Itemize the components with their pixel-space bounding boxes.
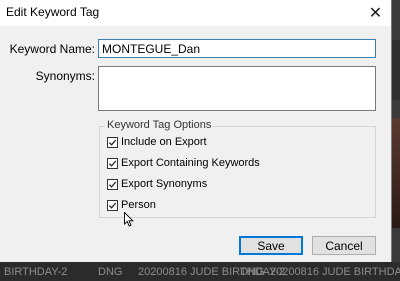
include-on-export-checkbox[interactable]: Include on Export <box>107 135 207 149</box>
checkbox-label: Person <box>121 199 156 211</box>
options-group-title: Keyword Tag Options <box>105 119 214 131</box>
keyword-name-label: Keyword Name: <box>9 42 95 56</box>
checkbox-box[interactable] <box>107 178 118 190</box>
export-containing-keywords-checkbox[interactable]: Export Containing Keywords <box>107 156 260 170</box>
keyword-name-input[interactable] <box>98 39 376 58</box>
checkmark-icon <box>108 202 117 209</box>
edit-keyword-dialog: Edit Keyword Tag ✕ Keyword Name: Synonym… <box>0 0 392 262</box>
background-thumbnail <box>392 40 400 100</box>
synonyms-label: Synonyms: <box>35 69 95 83</box>
checkbox-box[interactable] <box>107 199 118 211</box>
checkbox-label: Export Synonyms <box>121 178 208 190</box>
filmstrip-cell: DNG <box>98 265 123 278</box>
checkbox-label: Export Containing Keywords <box>121 157 260 169</box>
filmstrip-cell: 20200816 JUDE BIRTHDAY-2 <box>270 265 400 278</box>
dialog-title: Edit Keyword Tag <box>6 5 100 19</box>
filmstrip-cell: BIRTHDAY-2 <box>4 265 68 278</box>
checkmark-icon <box>108 160 117 167</box>
filmstrip-cell: DNG <box>240 265 265 278</box>
person-checkbox[interactable]: Person <box>107 198 156 212</box>
mouse-pointer-icon <box>124 212 134 227</box>
background-filmstrip: BIRTHDAY-2 DNG 20200816 JUDE BIRTHDAY-2 … <box>0 262 400 281</box>
checkmark-icon <box>108 139 117 146</box>
checkbox-box[interactable] <box>107 157 118 169</box>
background-thumbnail <box>392 118 400 228</box>
checkbox-box[interactable] <box>107 136 118 148</box>
checkbox-label: Include on Export <box>121 136 207 148</box>
save-button[interactable]: Save <box>239 236 303 255</box>
cancel-button[interactable]: Cancel <box>312 236 376 255</box>
synonyms-textarea[interactable] <box>98 66 376 111</box>
close-button[interactable]: ✕ <box>360 0 391 26</box>
close-icon: ✕ <box>368 5 383 22</box>
checkmark-icon <box>108 181 117 188</box>
title-bar: Edit Keyword Tag ✕ <box>0 0 391 26</box>
export-synonyms-checkbox[interactable]: Export Synonyms <box>107 177 207 191</box>
